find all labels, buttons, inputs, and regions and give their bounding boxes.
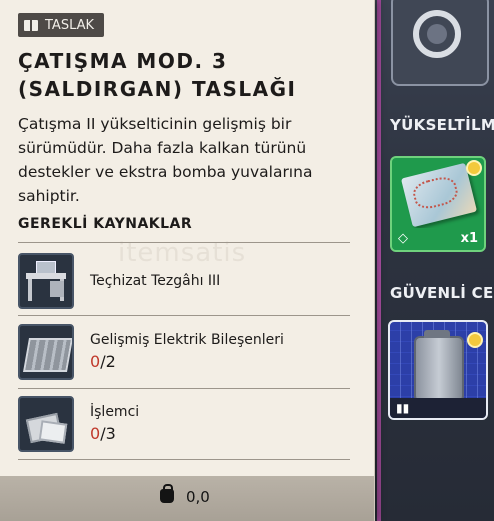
- blueprint-tag-label: TASLAK: [45, 17, 95, 33]
- requirements-heading: GEREKLİ KAYNAKLAR: [18, 216, 193, 232]
- equipment-slot-top[interactable]: [391, 0, 489, 86]
- map-icon: [400, 162, 478, 228]
- accent-stripe: [377, 0, 381, 521]
- tooltip-footer: 0,0: [0, 476, 374, 521]
- item-description: Çatışma II yükselticinin gelişmiş bir sü…: [18, 115, 313, 205]
- blueprint-book-icon: ▮▮: [396, 401, 410, 415]
- workbench-icon: [18, 253, 74, 309]
- item-weight: 0,0: [186, 488, 210, 506]
- divider: [18, 242, 350, 243]
- coin-icon: [466, 160, 482, 176]
- resource-count: 0/2: [90, 352, 116, 371]
- resource-have: 0: [90, 352, 101, 371]
- coin-icon: [467, 332, 483, 348]
- weight-bag-icon: [160, 484, 174, 503]
- case-icon: [414, 330, 464, 402]
- book-icon: [24, 19, 38, 32]
- blueprint-tag: TASLAK: [18, 13, 105, 37]
- divider: [18, 388, 350, 389]
- resource-need: /2: [100, 352, 116, 371]
- resource-have: 0: [90, 424, 101, 443]
- ring-icon: [413, 10, 461, 58]
- resource-count: 0/3: [90, 424, 116, 443]
- item-tooltip-panel: TASLAK ÇATIŞMA MOD. 3 (SALDIRGAN) TASLAĞ…: [0, 0, 375, 521]
- divider: [18, 459, 350, 460]
- resource-name: İşlemci: [90, 404, 140, 420]
- item-quantity: x1: [460, 231, 478, 246]
- divider: [18, 315, 350, 316]
- electrical-components-icon: [18, 324, 74, 380]
- item-title: ÇATIŞMA MOD. 3 (SALDIRGAN) TASLAĞI: [18, 49, 297, 101]
- resource-name: Gelişmiş Elektrik Bileşenleri: [90, 332, 284, 348]
- resource-need: /3: [100, 424, 116, 443]
- resource-row-electrical-components: Gelişmiş Elektrik Bileşenleri 0/2: [18, 318, 350, 382]
- resource-row-processor: İşlemci 0/3: [18, 390, 350, 454]
- resource-name: Teçhizat Tezgâhı III: [90, 273, 221, 289]
- processor-icon: [18, 396, 74, 452]
- gem-icon: ◇: [398, 231, 408, 246]
- section-upgrades-label: YÜKSELTİLMİ: [390, 116, 494, 134]
- section-safe-pocket-label: GÜVENLİ CEP: [390, 284, 494, 302]
- resource-row-workbench: Teçhizat Tezgâhı III: [18, 247, 350, 311]
